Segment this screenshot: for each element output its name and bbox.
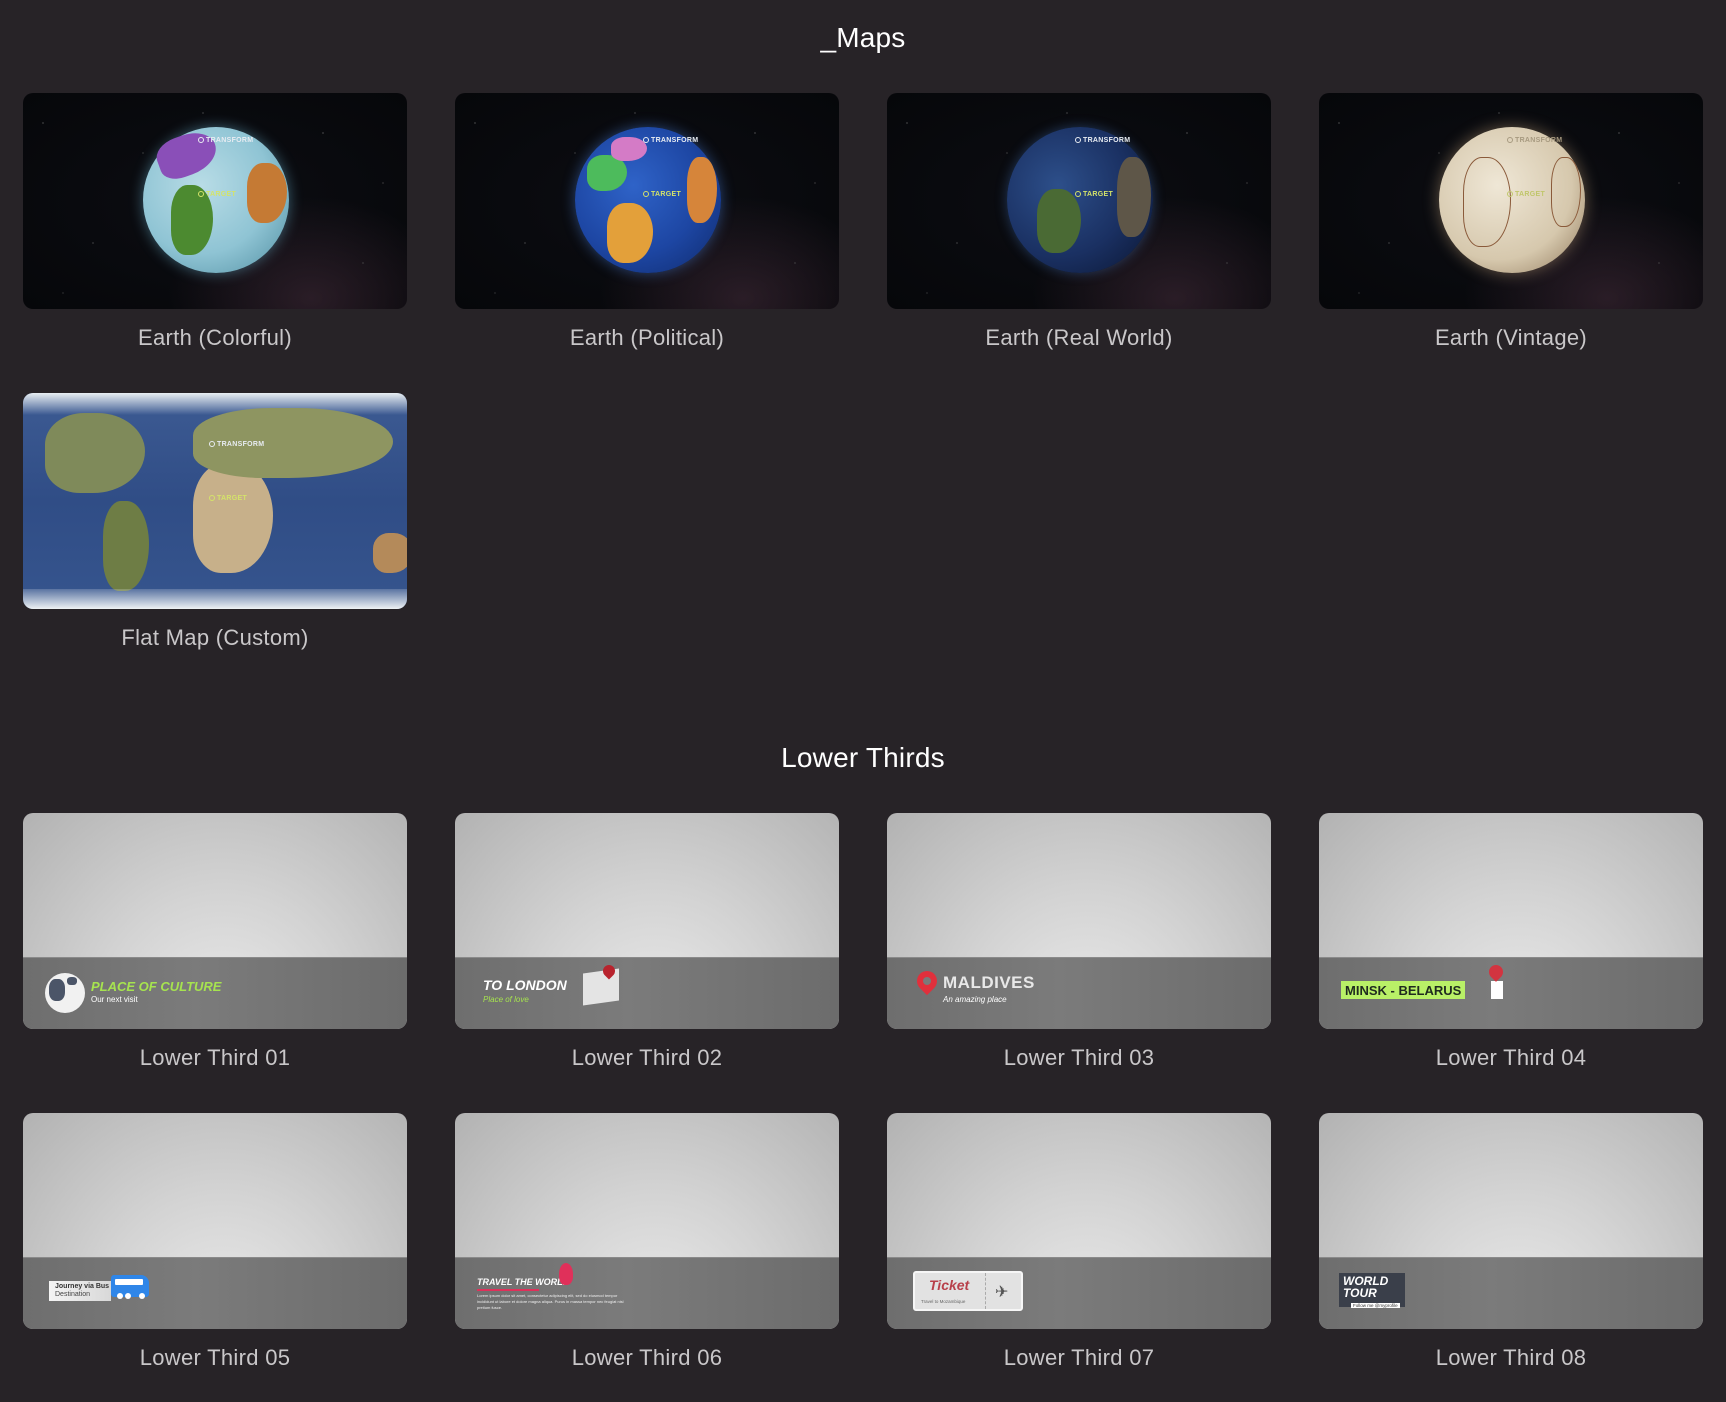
- tile-label: Lower Third 04: [1435, 1045, 1587, 1070]
- tile-label: Lower Third 03: [1003, 1045, 1155, 1070]
- land-south-america: [607, 203, 653, 263]
- lower-third-tile-08[interactable]: WORLD TOUR Follow me @myprofile Lower Th…: [1319, 1113, 1703, 1370]
- tile-label: Lower Third 05: [139, 1345, 291, 1370]
- thumbnail-lower-third-04[interactable]: MINSK - BELARUS: [1319, 813, 1703, 1029]
- thumbnail-lower-third-08[interactable]: WORLD TOUR Follow me @myprofile: [1319, 1113, 1703, 1329]
- lt-headline: Ticket: [929, 1277, 970, 1293]
- map-tile-earth-colorful[interactable]: TRANSFORM TARGET Earth (Colorful): [23, 93, 407, 350]
- land-south-america: [1037, 189, 1081, 253]
- thumbnail-lower-third-03[interactable]: MALDIVES An amazing place: [887, 813, 1271, 1029]
- red-underline: [477, 1289, 539, 1291]
- map-tile-flat-map[interactable]: TRANSFORM TARGET Flat Map (Custom): [23, 393, 407, 650]
- airplane-icon: ✈: [995, 1284, 1009, 1301]
- arctic-ice: [23, 393, 407, 415]
- location-pin-icon: [1486, 962, 1506, 982]
- lower-third-tile-03[interactable]: MALDIVES An amazing place Lower Third 03: [887, 813, 1271, 1070]
- lt-title-box: WORLD TOUR: [1339, 1273, 1405, 1307]
- land-australia: [373, 533, 407, 573]
- lt-body: Lorem ipsum dolor sit amet, consectetur …: [477, 1293, 624, 1310]
- antarctica-ice: [23, 589, 407, 609]
- lower-third-tile-02[interactable]: TO LONDON Place of love Lower Third 02: [455, 813, 839, 1070]
- lt-subline: Travel to Mozambique: [921, 1299, 966, 1304]
- tile-label: Earth (Political): [569, 325, 725, 350]
- tile-label: Earth (Real World): [985, 325, 1173, 350]
- lt-headline: MINSK - BELARUS: [1341, 981, 1466, 999]
- thumbnail-lower-third-05[interactable]: Journey via Bus Destination: [23, 1113, 407, 1329]
- lt-headline: TO LONDON: [483, 977, 567, 993]
- lt-headline: MALDIVES: [943, 973, 1035, 992]
- lt-headline: Journey via Bus: [55, 1283, 110, 1290]
- tile-label: Lower Third 01: [139, 1045, 291, 1070]
- thumbnail-earth-colorful[interactable]: TRANSFORM TARGET: [23, 93, 407, 309]
- lt-headline: TRAVEL THE WORLD: [477, 1277, 570, 1287]
- target-marker: TARGET: [643, 191, 681, 198]
- location-pin-icon: [559, 1263, 573, 1285]
- land-africa: [247, 163, 287, 223]
- location-pin-icon: [912, 966, 942, 996]
- section-title-lower-thirds: Lower Thirds: [781, 742, 945, 773]
- transform-marker: TRANSFORM: [198, 137, 253, 144]
- tile-label: Earth (Colorful): [138, 325, 292, 350]
- lt-subline: Our next visit: [91, 995, 138, 1004]
- globe-political: [575, 127, 721, 273]
- target-marker: TARGET: [1507, 191, 1545, 198]
- land-canada: [611, 137, 647, 161]
- target-marker: TARGET: [198, 191, 236, 198]
- transform-marker: TRANSFORM: [1507, 137, 1562, 144]
- ticket-shape: Ticket Travel to Mozambique ✈: [913, 1271, 1023, 1311]
- lt-headline-line2: TOUR: [1343, 1286, 1377, 1300]
- target-marker: TARGET: [209, 495, 247, 502]
- lower-third-tile-06[interactable]: TRAVEL THE WORLD Lorem ipsum dolor sit a…: [455, 1113, 839, 1370]
- globe-real-world: [1007, 127, 1153, 273]
- map-tile-earth-political[interactable]: TRANSFORM TARGET Earth (Political): [455, 93, 839, 350]
- tile-label: Lower Third 08: [1435, 1345, 1587, 1370]
- lt-subline: Follow me @myprofile: [1351, 1303, 1400, 1308]
- land-americas-outline: [1463, 157, 1511, 247]
- land-south-america: [103, 501, 149, 591]
- lt-headline: PLACE OF CULTURE: [91, 979, 222, 994]
- thumbnail-earth-political[interactable]: TRANSFORM TARGET: [455, 93, 839, 309]
- bus-icon: [111, 1275, 149, 1299]
- lt-subline: An amazing place: [943, 995, 1007, 1004]
- land-africa: [193, 463, 273, 573]
- tile-label: Lower Third 06: [571, 1345, 723, 1370]
- land-africa-outline: [1551, 157, 1581, 227]
- lt-label-box: Journey via Bus Destination: [49, 1281, 111, 1301]
- transform-marker: TRANSFORM: [643, 137, 698, 144]
- lower-third-tile-07[interactable]: Ticket Travel to Mozambique ✈ Lower Thir…: [887, 1113, 1271, 1370]
- tile-label: Flat Map (Custom): [121, 625, 309, 650]
- thumbnail-lower-third-06[interactable]: TRAVEL THE WORLD Lorem ipsum dolor sit a…: [455, 1113, 839, 1329]
- white-tab: [1491, 981, 1503, 999]
- map-tile-earth-real-world[interactable]: TRANSFORM TARGET Earth (Real World): [887, 93, 1271, 350]
- thumbnail-lower-third-01[interactable]: PLACE OF CULTURE Our next visit: [23, 813, 407, 1029]
- transform-marker: TRANSFORM: [1075, 137, 1130, 144]
- lower-third-tile-04[interactable]: MINSK - BELARUS Lower Third 04: [1319, 813, 1703, 1070]
- land-africa: [687, 157, 717, 223]
- tile-label: Earth (Vintage): [1434, 325, 1588, 350]
- map-tile-earth-vintage[interactable]: TRANSFORM TARGET Earth (Vintage): [1319, 93, 1703, 350]
- lt-subline: Destination: [55, 1291, 91, 1298]
- thumbnail-earth-real-world[interactable]: TRANSFORM TARGET: [887, 93, 1271, 309]
- land-africa: [1117, 157, 1151, 237]
- thumbnail-lower-third-02[interactable]: TO LONDON Place of love: [455, 813, 839, 1029]
- tile-label: Lower Third 02: [571, 1045, 723, 1070]
- target-marker: TARGET: [1075, 191, 1113, 198]
- thumbnail-lower-third-07[interactable]: Ticket Travel to Mozambique ✈: [887, 1113, 1271, 1329]
- globe-colorful: [143, 125, 289, 273]
- lower-third-tile-05[interactable]: Journey via Bus Destination Lower Third …: [23, 1113, 407, 1370]
- thumbnail-flat-map[interactable]: TRANSFORM TARGET: [23, 393, 407, 609]
- lower-third-tile-01[interactable]: PLACE OF CULTURE Our next visit Lower Th…: [23, 813, 407, 1070]
- land-north-america: [45, 413, 145, 493]
- thumbnail-earth-vintage[interactable]: TRANSFORM TARGET: [1319, 93, 1703, 309]
- section-title-maps: _Maps: [820, 22, 906, 53]
- globe-vintage: [1439, 127, 1585, 273]
- tile-label: Lower Third 07: [1003, 1345, 1155, 1370]
- globe-icon: [45, 973, 85, 1013]
- lt-subline: Place of love: [483, 995, 529, 1004]
- transform-marker: TRANSFORM: [209, 441, 264, 448]
